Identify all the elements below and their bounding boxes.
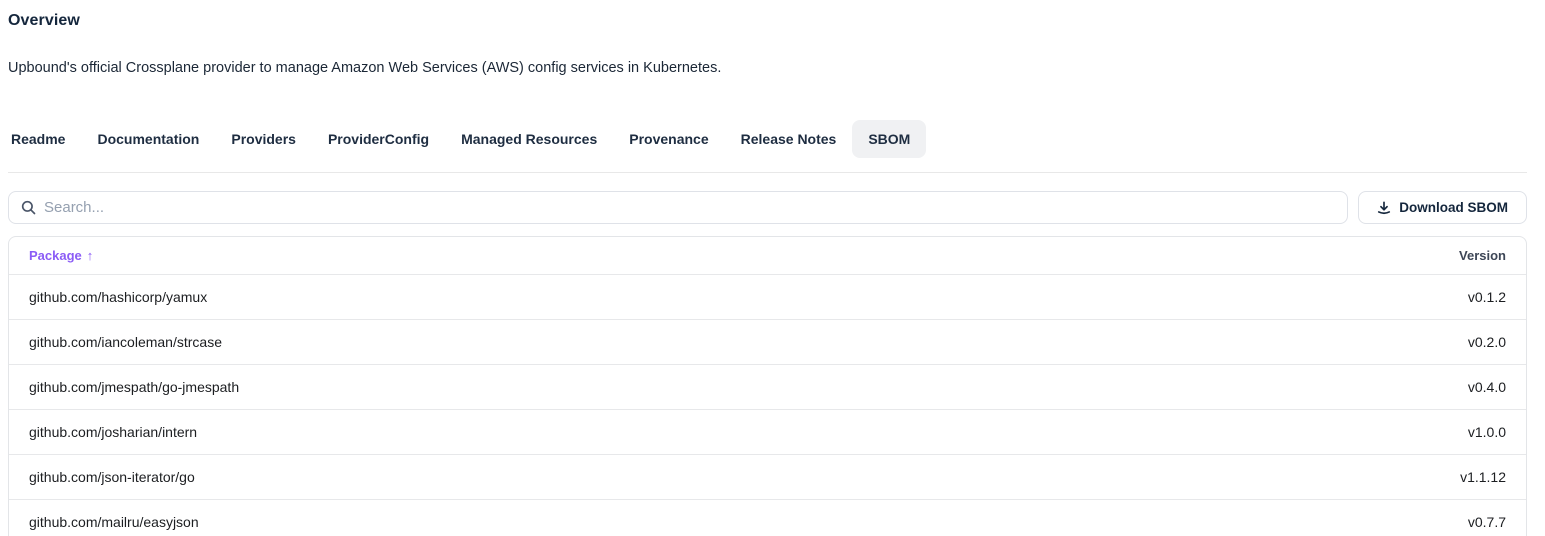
page-title: Overview — [8, 12, 1527, 30]
sort-ascending-icon: ↑ — [87, 248, 94, 263]
table-header: Package ↑ Version — [9, 237, 1526, 274]
version-cell: v0.1.2 — [1468, 289, 1506, 305]
tab-managed-resources[interactable]: Managed Resources — [445, 120, 613, 158]
page-description: Upbound's official Crossplane provider t… — [8, 60, 1527, 76]
column-header-version[interactable]: Version — [1459, 248, 1506, 263]
sbom-table: Package ↑ Version github.com/hashicorp/y… — [8, 236, 1527, 536]
tab-divider — [8, 172, 1527, 173]
package-cell: github.com/josharian/intern — [29, 424, 1468, 440]
package-cell: github.com/jmespath/go-jmespath — [29, 379, 1468, 395]
version-cell: v1.0.0 — [1468, 424, 1506, 440]
search-input[interactable] — [44, 199, 1335, 216]
table-row[interactable]: github.com/json-iterator/gov1.1.12 — [9, 454, 1526, 499]
tab-readme[interactable]: Readme — [0, 120, 81, 158]
package-cell: github.com/hashicorp/yamux — [29, 289, 1468, 305]
table-row[interactable]: github.com/mailru/easyjsonv0.7.7 — [9, 499, 1526, 536]
tab-documentation[interactable]: Documentation — [81, 120, 215, 158]
package-cell: github.com/json-iterator/go — [29, 469, 1460, 485]
table-row[interactable]: github.com/jmespath/go-jmespathv0.4.0 — [9, 364, 1526, 409]
sbom-toolbar: Download SBOM — [8, 191, 1527, 224]
package-cell: github.com/mailru/easyjson — [29, 514, 1468, 530]
download-icon — [1377, 201, 1391, 215]
version-cell: v0.7.7 — [1468, 514, 1506, 530]
table-row[interactable]: github.com/iancoleman/strcasev0.2.0 — [9, 319, 1526, 364]
version-cell: v0.4.0 — [1468, 379, 1506, 395]
version-cell: v1.1.12 — [1460, 469, 1506, 485]
version-cell: v0.2.0 — [1468, 334, 1506, 350]
tab-provenance[interactable]: Provenance — [613, 120, 724, 158]
tab-providers[interactable]: Providers — [215, 120, 312, 158]
table-row[interactable]: github.com/hashicorp/yamuxv0.1.2 — [9, 274, 1526, 319]
package-cell: github.com/iancoleman/strcase — [29, 334, 1468, 350]
package-column-label: Package — [29, 248, 82, 263]
table-row[interactable]: github.com/josharian/internv1.0.0 — [9, 409, 1526, 454]
provider-overview-page: Overview Upbound's official Crossplane p… — [0, 0, 1545, 536]
table-body: github.com/hashicorp/yamuxv0.1.2github.c… — [9, 274, 1526, 536]
download-sbom-label: Download SBOM — [1399, 200, 1508, 215]
column-header-package[interactable]: Package ↑ — [29, 248, 1459, 263]
tab-bar: ReadmeDocumentationProvidersProviderConf… — [0, 120, 1527, 158]
tab-sbom[interactable]: SBOM — [852, 120, 926, 158]
download-sbom-button[interactable]: Download SBOM — [1358, 191, 1527, 224]
search-icon — [21, 200, 36, 215]
tab-providerconfig[interactable]: ProviderConfig — [312, 120, 445, 158]
search-box[interactable] — [8, 191, 1348, 224]
tab-release-notes[interactable]: Release Notes — [725, 120, 853, 158]
